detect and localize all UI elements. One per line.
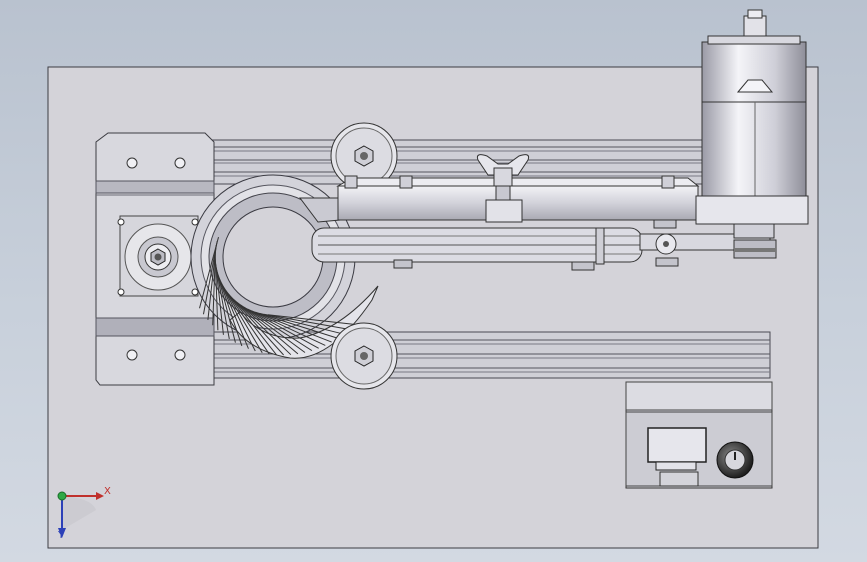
- screw-icon: [191, 288, 199, 296]
- speed-controller[interactable]: [625, 381, 773, 489]
- cad-viewport[interactable]: X Y: [0, 0, 867, 562]
- x-axis-label: X: [104, 486, 111, 497]
- bolt-hole: [126, 349, 138, 361]
- screw-icon: [191, 218, 199, 226]
- guide-roller-bottom[interactable]: [330, 322, 398, 390]
- dc-motor[interactable]: [695, 9, 809, 259]
- bolt-hole: [174, 349, 186, 361]
- y-axis-label: Y: [58, 530, 65, 541]
- screw-icon: [117, 218, 125, 226]
- bolt-hole: [126, 157, 138, 169]
- screw-icon: [117, 288, 125, 296]
- cad-scene[interactable]: [0, 0, 867, 562]
- bolt-hole: [174, 157, 186, 169]
- stepper-motor[interactable]: [117, 215, 199, 297]
- display-screen: [647, 427, 707, 463]
